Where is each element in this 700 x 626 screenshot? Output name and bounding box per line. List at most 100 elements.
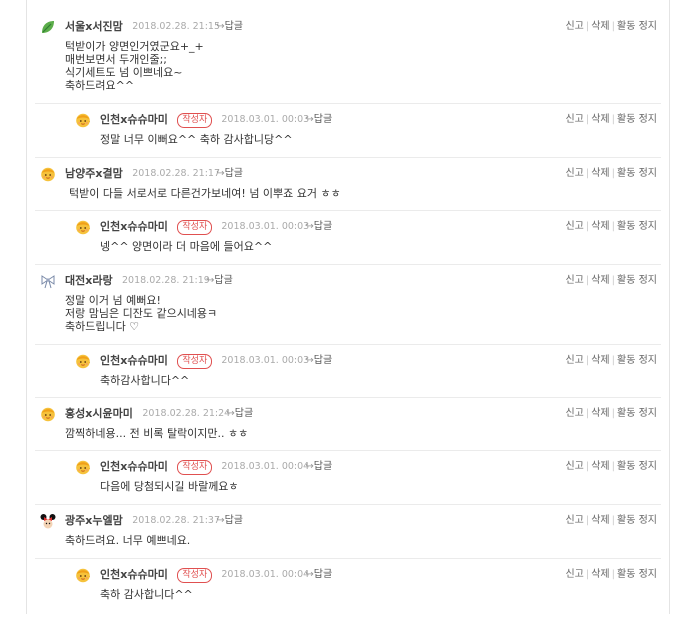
block-button[interactable]: 활동 정지: [617, 569, 657, 580]
report-button[interactable]: 신고: [565, 21, 583, 32]
comment-author[interactable]: 인천x슈슈마미: [100, 111, 168, 129]
reply-comment: 인천x슈슈마미 작성자 2018.03.01. 00:03 ↪답글 신고 | 삭제 | 활동 정…: [27, 218, 669, 278]
comment-actions: 신고 | 삭제 | 활동 정지: [565, 18, 657, 36]
comment-text-line: 넹^^ 양면이라 더 마음에 들어요^^: [100, 240, 273, 253]
comment-author[interactable]: 홍성x시윤마미: [65, 405, 133, 423]
avatar-minnie-icon[interactable]: [40, 513, 56, 529]
avatar-mascot-icon[interactable]: [75, 459, 91, 475]
report-button[interactable]: 신고: [565, 168, 583, 179]
comment-text-line: 축하감사합니다^^: [100, 374, 190, 387]
report-button[interactable]: 신고: [565, 114, 583, 125]
comment-actions: 신고 | 삭제 | 활동 정지: [565, 458, 657, 476]
avatar-leaf-icon[interactable]: [40, 19, 56, 35]
comment: 홍성x시윤마미 2018.02.28. 21:24 ↪답글 신고 | 삭제 | 활동 정지 깜찍…: [27, 405, 669, 465]
action-divider: |: [611, 221, 616, 232]
reply-arrow-icon: ↪: [305, 569, 314, 580]
comment-author[interactable]: 광주x누엘맘: [65, 512, 123, 530]
avatar-mascot-icon[interactable]: [75, 219, 91, 235]
reply-button[interactable]: ↪답글: [226, 405, 253, 423]
block-button[interactable]: 활동 정지: [617, 461, 657, 472]
avatar-mascot-icon[interactable]: [75, 112, 91, 128]
comment-author[interactable]: 서울x서진맘: [65, 18, 123, 36]
comment-divider: [35, 103, 661, 104]
reply-button[interactable]: ↪답글: [305, 458, 332, 476]
comment-header: 서울x서진맘 2018.02.28. 21:15 ↪답글 신고 | 삭제 | 활동 정지: [27, 18, 669, 36]
action-divider: |: [611, 569, 616, 580]
comment-header: 인천x슈슈마미 작성자 2018.03.01. 00:03 ↪답글 신고 | 삭제 | 활동 정…: [27, 111, 669, 129]
comment-text-line: 정말 이거 넘 예뻐요!: [65, 294, 161, 307]
reply-label: 답글: [313, 569, 333, 580]
reply-button[interactable]: ↪답글: [206, 272, 233, 290]
comment-author[interactable]: 인천x슈슈마미: [100, 352, 168, 370]
comment-actions: 신고 | 삭제 | 활동 정지: [565, 272, 657, 290]
comment-text-line: 턱받이 다들 서로서로 다른건가보네여! 넘 이뿌죠 요거 ㅎㅎ: [69, 187, 341, 200]
delete-button[interactable]: 삭제: [591, 221, 609, 232]
report-button[interactable]: 신고: [565, 461, 583, 472]
reply-button[interactable]: ↪답글: [305, 352, 332, 370]
reply-button[interactable]: ↪답글: [216, 512, 243, 530]
reply-button[interactable]: ↪답글: [216, 165, 243, 183]
delete-button[interactable]: 삭제: [591, 515, 609, 526]
reply-label: 답글: [313, 221, 333, 232]
report-button[interactable]: 신고: [565, 221, 583, 232]
delete-button[interactable]: 삭제: [591, 461, 609, 472]
reply-label: 답글: [224, 21, 243, 32]
action-divider: |: [585, 221, 590, 232]
action-divider: |: [611, 355, 616, 366]
comment-actions: 신고 | 삭제 | 활동 정지: [565, 566, 657, 584]
comment-author[interactable]: 인천x슈슈마미: [100, 218, 168, 236]
reply-comment: 인천x슈슈마미 작성자 2018.03.01. 00:03 ↪답글 신고 | 삭제 | 활동 정…: [27, 111, 669, 171]
reply-arrow-icon: ↪: [305, 114, 314, 125]
comment-date: 2018.03.01. 00:03: [221, 114, 310, 125]
comment-author[interactable]: 인천x슈슈마미: [100, 566, 168, 584]
reply-button[interactable]: ↪답글: [305, 218, 332, 236]
avatar-ribbon-icon[interactable]: [40, 273, 56, 289]
reply-arrow-icon: ↪: [305, 461, 314, 472]
delete-button[interactable]: 삭제: [591, 569, 609, 580]
comment-text-line: 저랑 맘님은 디잔도 같으시네용ㅋ: [65, 307, 218, 320]
reply-button[interactable]: ↪답글: [305, 566, 332, 584]
comment: 서울x서진맘 2018.02.28. 21:15 ↪답글 신고 | 삭제 | 활동 정지 턱받이…: [27, 18, 669, 92]
avatar-mascot-icon[interactable]: [75, 567, 91, 583]
delete-button[interactable]: 삭제: [591, 21, 609, 32]
report-button[interactable]: 신고: [565, 275, 583, 286]
block-button[interactable]: 활동 정지: [617, 168, 657, 179]
reply-arrow-icon: ↪: [216, 21, 225, 32]
delete-button[interactable]: 삭제: [591, 355, 609, 366]
comment-text-line: 깜찍하네용... 전 비록 탈락이지만.. ㅎㅎ: [65, 427, 249, 440]
action-divider: |: [611, 168, 616, 179]
report-button[interactable]: 신고: [565, 515, 583, 526]
avatar-mascot-icon[interactable]: [40, 166, 56, 182]
delete-button[interactable]: 삭제: [591, 168, 609, 179]
report-button[interactable]: 신고: [565, 408, 583, 419]
block-button[interactable]: 활동 정지: [617, 221, 657, 232]
reply-arrow-icon: ↪: [305, 221, 314, 232]
comment-text-line: 정말 너무 이뻐요^^ 축하 감사합니당^^: [100, 133, 293, 146]
block-button[interactable]: 활동 정지: [617, 21, 657, 32]
delete-button[interactable]: 삭제: [591, 408, 609, 419]
block-button[interactable]: 활동 정지: [617, 408, 657, 419]
comment-author[interactable]: 남양주x결맘: [65, 165, 123, 183]
comment-actions: 신고 | 삭제 | 활동 정지: [565, 512, 657, 530]
reply-button[interactable]: ↪답글: [305, 111, 332, 129]
reply-button[interactable]: ↪답글: [216, 18, 243, 36]
block-button[interactable]: 활동 정지: [617, 275, 657, 286]
comment-text-line: 축하드려요. 너무 예쁘네요.: [65, 534, 191, 547]
comment-author[interactable]: 대전x라랑: [65, 272, 113, 290]
action-divider: |: [585, 569, 590, 580]
delete-button[interactable]: 삭제: [591, 114, 609, 125]
comment-date: 2018.03.01. 00:04: [221, 569, 310, 580]
block-button[interactable]: 활동 정지: [617, 515, 657, 526]
report-button[interactable]: 신고: [565, 355, 583, 366]
avatar-mascot-icon[interactable]: [40, 406, 56, 422]
report-button[interactable]: 신고: [565, 569, 583, 580]
comment-author[interactable]: 인천x슈슈마미: [100, 458, 168, 476]
reply-label: 답글: [224, 515, 243, 526]
avatar-mascot-icon[interactable]: [75, 353, 91, 369]
block-button[interactable]: 활동 정지: [617, 355, 657, 366]
comment-panel: 서울x서진맘 2018.02.28. 21:15 ↪답글 신고 | 삭제 | 활동 정지 턱받이…: [26, 0, 670, 614]
reply-label: 답글: [313, 355, 333, 366]
author-badge: 작성자: [177, 113, 213, 128]
delete-button[interactable]: 삭제: [591, 275, 609, 286]
block-button[interactable]: 활동 정지: [617, 114, 657, 125]
